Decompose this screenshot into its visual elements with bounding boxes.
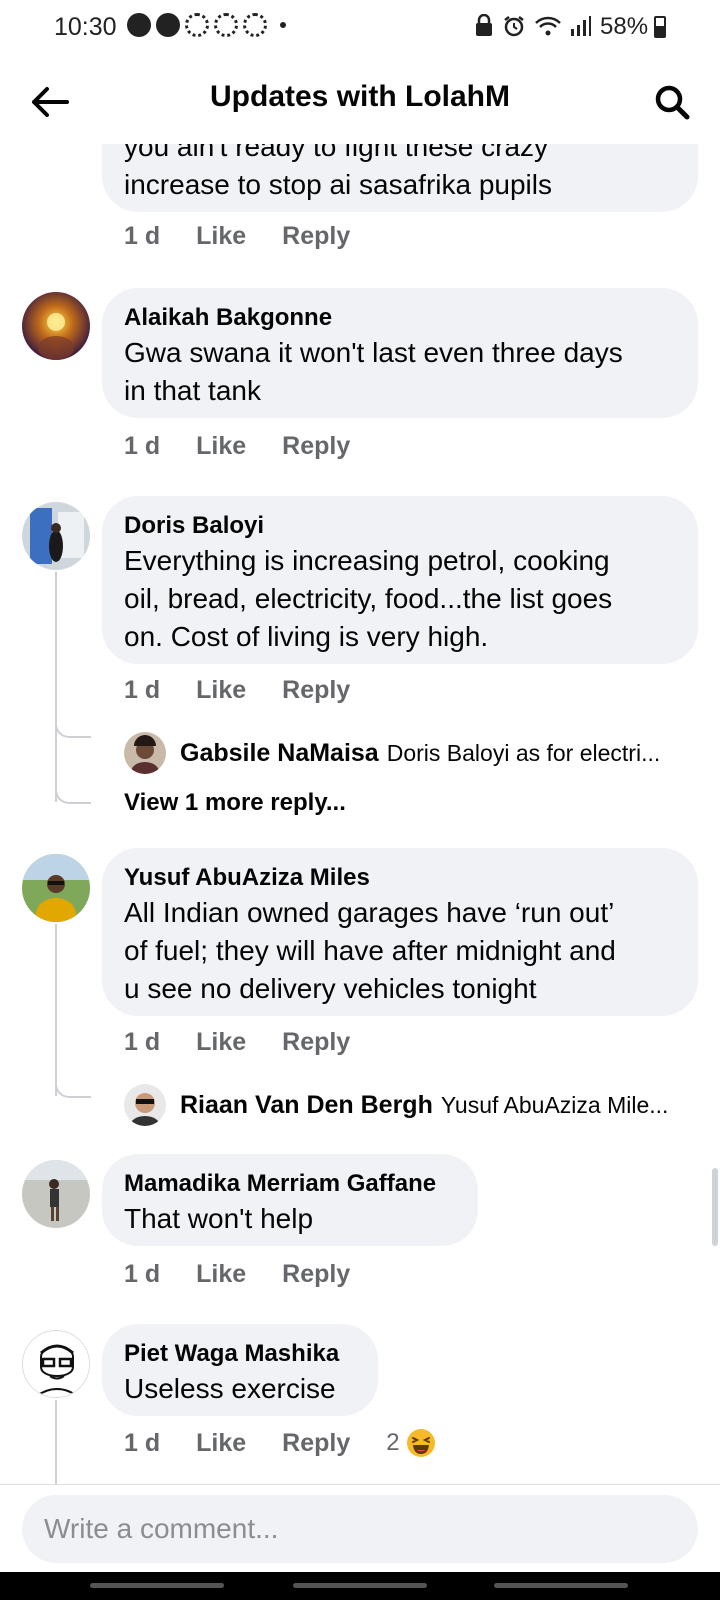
comment-bubble[interactable]: Doris Baloyi Everything is increasing pe… xyxy=(102,496,698,664)
top-app-bar: Updates with LolahM xyxy=(0,60,720,144)
recycle-icon xyxy=(214,13,238,37)
reply-preview[interactable]: Riaan Van Den Bergh Yusuf AbuAziza Mile.… xyxy=(124,1084,668,1126)
more-notifications-dot xyxy=(280,22,286,28)
comment-time: 1 d xyxy=(124,222,161,250)
like-button[interactable]: Like xyxy=(196,1028,246,1057)
comment-actions: 1 d Like Reply 2 xyxy=(124,1428,436,1458)
lock-icon xyxy=(476,14,492,36)
comment-bubble[interactable]: Mamadika Merriam Gaffane That won't help xyxy=(102,1154,478,1246)
avatar[interactable] xyxy=(124,1084,166,1126)
reply-button[interactable]: Reply xyxy=(282,1028,350,1057)
comment-actions: 1 d Like Reply xyxy=(124,1028,386,1057)
comment-text-line: increase to stop ai sasafrika pupils xyxy=(124,169,552,200)
reply-button[interactable]: Reply xyxy=(282,1429,350,1458)
comment-time: 1 d xyxy=(124,1028,161,1056)
comment-input[interactable] xyxy=(22,1495,698,1563)
status-time: 10:30 xyxy=(54,13,117,41)
comment-author[interactable]: Yusuf AbuAziza Miles xyxy=(124,862,674,894)
laughing-emoji-icon[interactable] xyxy=(406,1428,436,1458)
like-button[interactable]: Like xyxy=(196,676,246,705)
system-nav-bar xyxy=(0,1572,720,1600)
comment-time: 1 d xyxy=(124,1428,161,1457)
comment-author[interactable]: Piet Waga Mashika xyxy=(124,1338,354,1370)
search-icon xyxy=(655,85,690,120)
comment-bubble[interactable]: Piet Waga Mashika Useless exercise xyxy=(102,1324,378,1416)
comment-composer xyxy=(0,1484,720,1573)
comment-author[interactable]: Alaikah Bakgonne xyxy=(124,302,674,334)
reply-snippet: Doris Baloyi as for electri... xyxy=(386,739,661,766)
comment-text-line: Useless exercise xyxy=(124,1373,336,1404)
comment-time: 1 d xyxy=(124,676,161,704)
reply-snippet: Yusuf AbuAziza Mile... xyxy=(440,1091,669,1118)
status-bar: 10:30 58% xyxy=(0,0,720,56)
comment-text-line: u see no delivery vehicles tonight xyxy=(124,973,537,1004)
like-button[interactable]: Like xyxy=(196,432,246,461)
comment-time: 1 d xyxy=(124,1260,161,1288)
comment-actions: 1 d Like Reply xyxy=(124,676,386,705)
like-button[interactable]: Like xyxy=(196,1429,246,1458)
avatar[interactable] xyxy=(22,1330,90,1398)
reply-author[interactable]: Gabsile NaMaisa xyxy=(180,739,379,768)
reply-button[interactable]: Reply xyxy=(282,432,350,461)
scrollbar-thumb[interactable] xyxy=(712,1168,718,1246)
reply-preview[interactable]: Gabsile NaMaisa Doris Baloyi as for elec… xyxy=(124,732,660,774)
thread-line xyxy=(55,924,57,1096)
recycle-icon xyxy=(243,13,267,37)
like-button[interactable]: Like xyxy=(196,222,246,251)
reaction-count[interactable]: 2 xyxy=(386,1429,399,1457)
comments-list[interactable]: you ain't ready to fight these crazy inc… xyxy=(0,144,720,1484)
like-button[interactable]: Like xyxy=(196,1260,246,1289)
comment-text-line: of fuel; they will have after midnight a… xyxy=(124,935,616,966)
reply-button[interactable]: Reply xyxy=(282,222,350,251)
comment-text-line: Gwa swana it won't last even three days xyxy=(124,337,623,368)
comment-text-line: oil, bread, electricity, food...the list… xyxy=(124,583,613,614)
notification-icons xyxy=(127,13,286,37)
messenger-icon xyxy=(127,13,151,37)
status-icons xyxy=(474,14,592,38)
comment-actions: 1 d Like Reply xyxy=(124,432,386,461)
reply-button[interactable]: Reply xyxy=(282,1260,350,1289)
avatar[interactable] xyxy=(124,732,166,774)
thread-connector xyxy=(55,1074,91,1098)
avatar[interactable] xyxy=(22,502,90,570)
reply-author[interactable]: Riaan Van Den Bergh xyxy=(180,1091,433,1120)
avatar[interactable] xyxy=(22,292,90,360)
view-more-replies-link[interactable]: View 1 more reply... xyxy=(124,789,346,817)
comment-text-line: on. Cost of living is very high. xyxy=(124,621,489,652)
battery-percent: 58% xyxy=(600,13,649,40)
reply-button[interactable]: Reply xyxy=(282,676,350,705)
comment-bubble[interactable]: Yusuf AbuAziza Miles All Indian owned ga… xyxy=(102,848,698,1016)
thread-line xyxy=(55,1400,57,1484)
comment-text-line: in that tank xyxy=(124,375,261,406)
comment-text-line: Everything is increasing petrol, cooking xyxy=(124,545,610,576)
comment-text-line: That won't help xyxy=(124,1203,314,1234)
comment-actions: 1 d Like Reply xyxy=(124,222,386,251)
page-title: Updates with LolahM xyxy=(210,80,510,113)
comment-bubble[interactable]: Alaikah Bakgonne Gwa swana it won't last… xyxy=(102,288,698,418)
alarm-icon xyxy=(504,16,524,37)
recycle-icon xyxy=(185,13,209,37)
comment-text-line: you ain't ready to fight these crazy xyxy=(124,144,549,162)
avatar[interactable] xyxy=(22,854,90,922)
nav-recents-button[interactable] xyxy=(90,1583,224,1588)
thread-connector xyxy=(55,764,91,804)
wifi-icon xyxy=(535,16,561,36)
search-button[interactable] xyxy=(648,78,696,126)
comment-time: 1 d xyxy=(124,432,161,460)
thread-connector xyxy=(55,714,91,738)
nav-back-button[interactable] xyxy=(494,1583,628,1588)
nav-home-button[interactable] xyxy=(293,1583,427,1588)
comment-text-line: All Indian owned garages have ‘run out’ xyxy=(124,897,615,928)
comment-author[interactable]: Doris Baloyi xyxy=(124,510,674,542)
avatar[interactable] xyxy=(22,1160,90,1228)
battery-icon xyxy=(654,16,666,38)
messenger-icon xyxy=(156,13,180,37)
signal-icon xyxy=(571,16,591,36)
comment-author[interactable]: Mamadika Merriam Gaffane xyxy=(124,1168,454,1200)
comment-bubble[interactable]: you ain't ready to fight these crazy inc… xyxy=(102,144,698,212)
comment-actions: 1 d Like Reply xyxy=(124,1260,386,1289)
